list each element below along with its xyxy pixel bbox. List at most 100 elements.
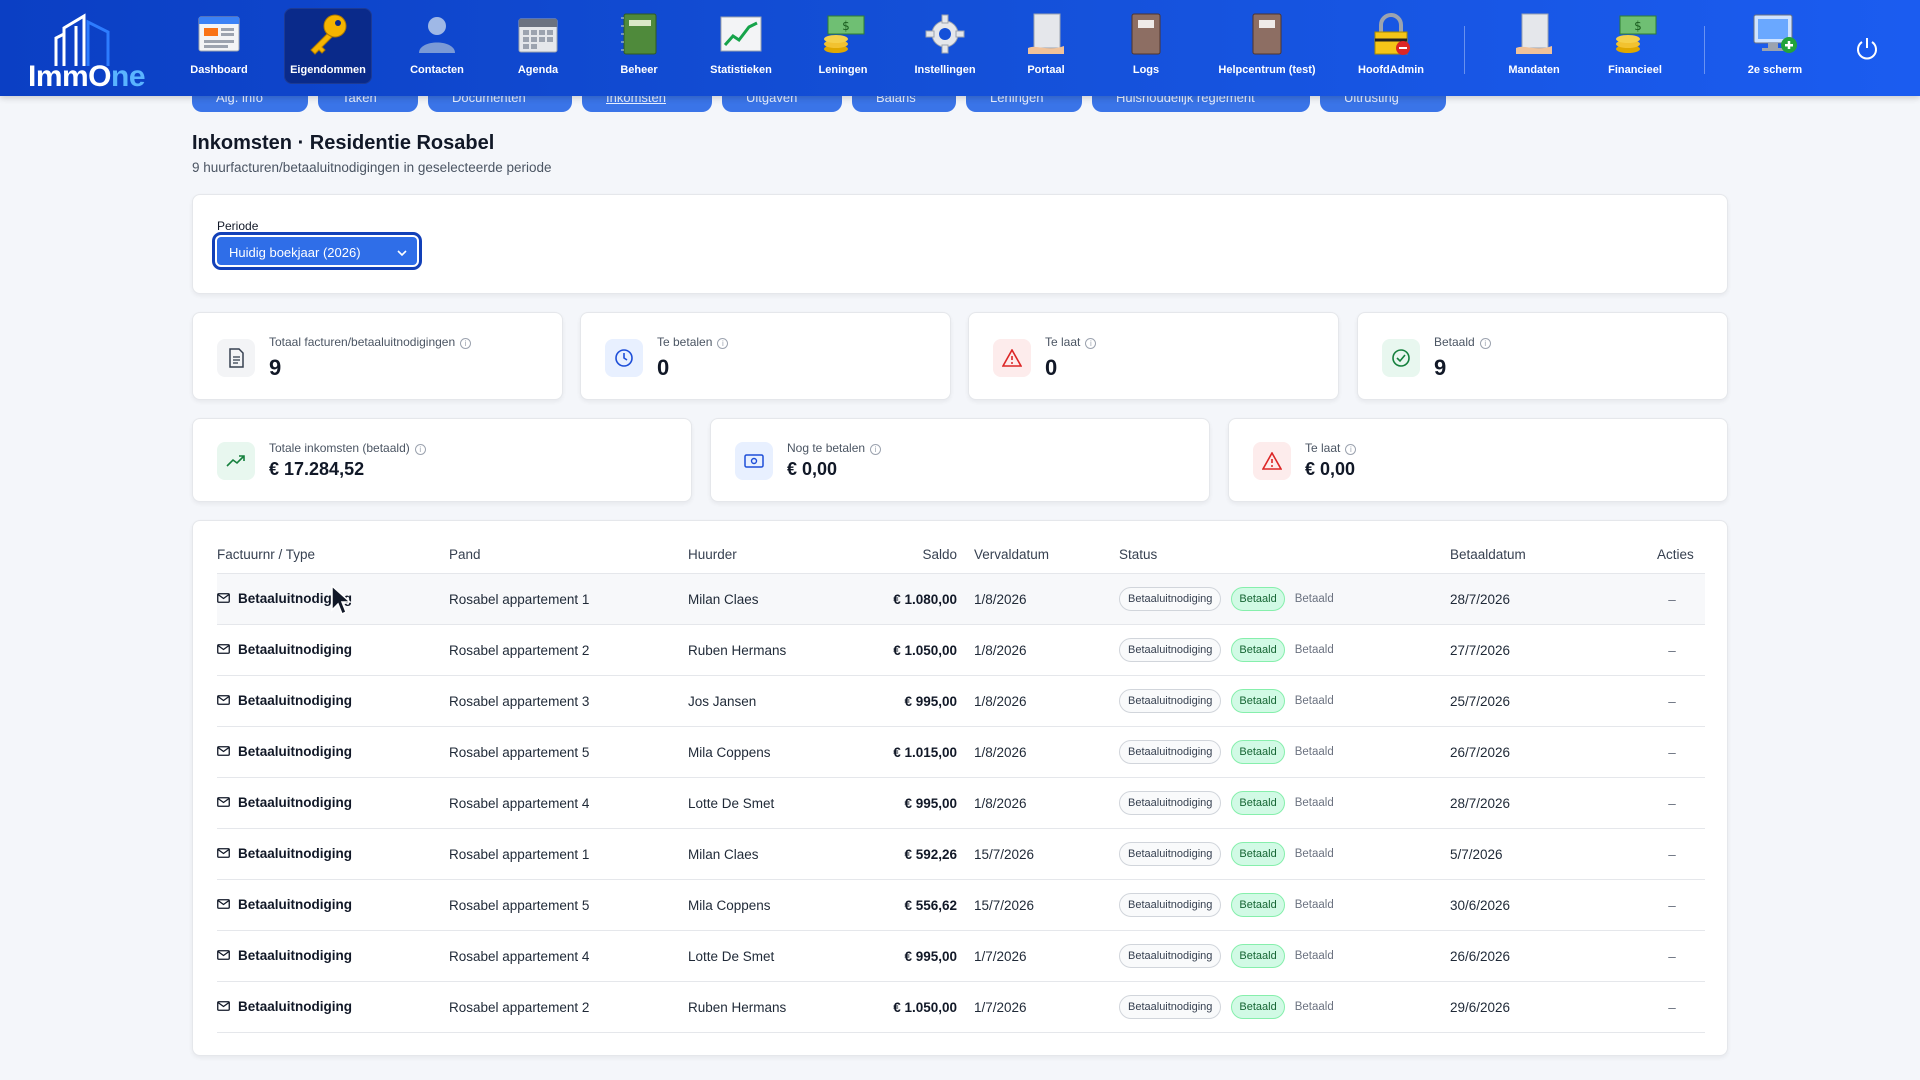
balance-cell: € 995,00	[904, 796, 957, 811]
stat-label: Totale inkomsten (betaald) i	[269, 441, 426, 455]
envelope-icon	[217, 795, 230, 810]
actions-cell[interactable]: –	[1657, 643, 1687, 658]
stat-card-betaald: Betaald i 9	[1357, 312, 1728, 400]
tenant-cell: Lotte De Smet	[688, 949, 775, 964]
col-factuur[interactable]: Factuurnr / Type	[217, 547, 315, 562]
nav-instellingen[interactable]: Instellingen	[910, 8, 980, 84]
actions-cell[interactable]: –	[1657, 898, 1687, 913]
table-row[interactable]: Betaaluitnodiging Rosabel appartement 5 …	[217, 880, 1705, 931]
envelope-icon	[217, 744, 230, 759]
col-betaaldatum[interactable]: Betaaldatum	[1450, 547, 1526, 562]
envelope-icon	[217, 846, 230, 861]
nav-eigendommen[interactable]: Eigendommen	[284, 8, 372, 84]
envelope-icon	[217, 591, 230, 606]
table-row[interactable]: Betaaluitnodiging Rosabel appartement 1 …	[217, 574, 1705, 625]
table-row[interactable]: Betaaluitnodiging Rosabel appartement 2 …	[217, 625, 1705, 676]
stat-label: Te betalen i	[657, 335, 729, 349]
nav-statistieken[interactable]: Statistieken	[706, 8, 776, 84]
invoice-type-cell[interactable]: Betaaluitnodiging	[217, 846, 352, 861]
nav-label: Helpcentrum (test)	[1218, 64, 1316, 76]
period-select[interactable]: Huidig boekjaar (2026)	[212, 232, 422, 270]
nav-label: HoofdAdmin	[1358, 64, 1424, 76]
immone-logo[interactable]: ImmOne	[28, 8, 158, 93]
invoice-type: Betaaluitnodiging	[238, 744, 352, 759]
status-badge: Betaald	[1231, 893, 1285, 917]
stat-value: € 0,00	[787, 459, 838, 479]
invoice-type-cell[interactable]: Betaaluitnodiging	[217, 897, 352, 912]
power-icon[interactable]	[1854, 36, 1880, 62]
nav-hoofdadmin[interactable]: HoofdAdmin	[1352, 8, 1430, 84]
actions-cell[interactable]: –	[1657, 745, 1687, 760]
table-row[interactable]: Betaaluitnodiging Rosabel appartement 3 …	[217, 676, 1705, 727]
due-date-cell: 1/8/2026	[974, 643, 1027, 658]
nav-mandaten[interactable]: Mandaten	[1504, 8, 1564, 84]
table-row[interactable]: Betaaluitnodiging Rosabel appartement 1 …	[217, 829, 1705, 880]
invoice-type-cell[interactable]: Betaaluitnodiging	[217, 744, 352, 759]
col-saldo[interactable]: Saldo	[817, 547, 957, 562]
table-row[interactable]: Betaaluitnodiging Rosabel appartement 2 …	[217, 982, 1705, 1033]
document-icon	[217, 339, 255, 377]
dashboard-icon	[195, 10, 243, 58]
mandate-icon	[1510, 10, 1558, 58]
stat-card-te-betalen: Te betalen i 0	[580, 312, 951, 400]
nav-contacten[interactable]: Contacten	[404, 8, 470, 84]
mouse-cursor-icon	[330, 584, 356, 616]
finance-icon: $	[1611, 10, 1659, 58]
nav-logs[interactable]: Logs	[1118, 8, 1174, 84]
col-huurder[interactable]: Huurder	[688, 547, 737, 562]
nav-2e-scherm[interactable]: 2e scherm	[1744, 8, 1806, 84]
status-cell: Betaaluitnodiging Betaald Betaald	[1119, 791, 1334, 815]
status-cell: Betaaluitnodiging Betaald Betaald	[1119, 638, 1334, 662]
stat-value: 0	[1045, 355, 1058, 380]
nav-financieel[interactable]: $ Financieel	[1604, 8, 1666, 84]
due-date-cell: 1/8/2026	[974, 694, 1027, 709]
paid-date-cell: 26/7/2026	[1450, 745, 1511, 760]
nav-beheer[interactable]: Beheer	[610, 8, 668, 84]
info-icon: i	[460, 338, 472, 349]
nav-helpcentrum[interactable]: Helpcentrum (test)	[1212, 8, 1322, 84]
col-vervaldatum[interactable]: Vervaldatum	[974, 547, 1049, 562]
actions-cell[interactable]: –	[1657, 796, 1687, 811]
invoice-type: Betaaluitnodiging	[238, 999, 352, 1014]
stat-card-totaal: Totaal facturen/betaaluitnodigingen i 9	[192, 312, 563, 400]
stat-label: Betaald i	[1434, 335, 1491, 349]
key-icon	[304, 10, 352, 58]
status-cell: Betaaluitnodiging Betaald Betaald	[1119, 893, 1334, 917]
status-text: Betaald	[1294, 950, 1334, 962]
col-acties: Acties	[1657, 547, 1694, 562]
type-badge: Betaaluitnodiging	[1119, 740, 1222, 764]
table-row[interactable]: Betaaluitnodiging Rosabel appartement 4 …	[217, 931, 1705, 982]
actions-cell[interactable]: –	[1657, 1000, 1687, 1015]
tenant-cell: Jos Jansen	[688, 694, 757, 709]
status-text: Betaald	[1294, 644, 1334, 656]
actions-cell[interactable]: –	[1657, 949, 1687, 964]
invoice-type-cell[interactable]: Betaaluitnodiging	[217, 693, 352, 708]
actions-cell[interactable]: –	[1657, 694, 1687, 709]
actions-cell[interactable]: –	[1657, 592, 1687, 607]
due-date-cell: 15/7/2026	[974, 898, 1035, 913]
info-icon: i	[870, 444, 882, 455]
invoice-type-cell[interactable]: Betaaluitnodiging	[217, 795, 352, 810]
nav-portaal[interactable]: Portaal	[1018, 8, 1074, 84]
nav-dashboard[interactable]: Dashboard	[188, 8, 250, 84]
col-status[interactable]: Status	[1119, 547, 1157, 562]
status-badge: Betaald	[1231, 791, 1285, 815]
due-date-cell: 1/7/2026	[974, 1000, 1027, 1015]
paid-date-cell: 30/6/2026	[1450, 898, 1511, 913]
status-cell: Betaaluitnodiging Betaald Betaald	[1119, 944, 1334, 968]
invoice-type-cell[interactable]: Betaaluitnodiging	[217, 948, 352, 963]
stat-card-totale-inkomsten: Totale inkomsten (betaald) i € 17.284,52	[192, 418, 692, 502]
app-name: ImmOne	[28, 60, 146, 93]
balance-cell: € 995,00	[904, 694, 957, 709]
col-pand[interactable]: Pand	[449, 547, 481, 562]
stat-value: € 0,00	[1305, 459, 1356, 479]
invoice-type-cell[interactable]: Betaaluitnodiging	[217, 999, 352, 1014]
nav-leningen[interactable]: $ Leningen	[812, 8, 874, 84]
invoice-type-cell[interactable]: Betaaluitnodiging	[217, 642, 352, 657]
buildings-logo-icon	[54, 13, 110, 66]
table-row[interactable]: Betaaluitnodiging Rosabel appartement 5 …	[217, 727, 1705, 778]
table-row[interactable]: Betaaluitnodiging Rosabel appartement 4 …	[217, 778, 1705, 829]
nav-agenda[interactable]: Agenda	[508, 8, 568, 84]
type-badge: Betaaluitnodiging	[1119, 689, 1222, 713]
actions-cell[interactable]: –	[1657, 847, 1687, 862]
